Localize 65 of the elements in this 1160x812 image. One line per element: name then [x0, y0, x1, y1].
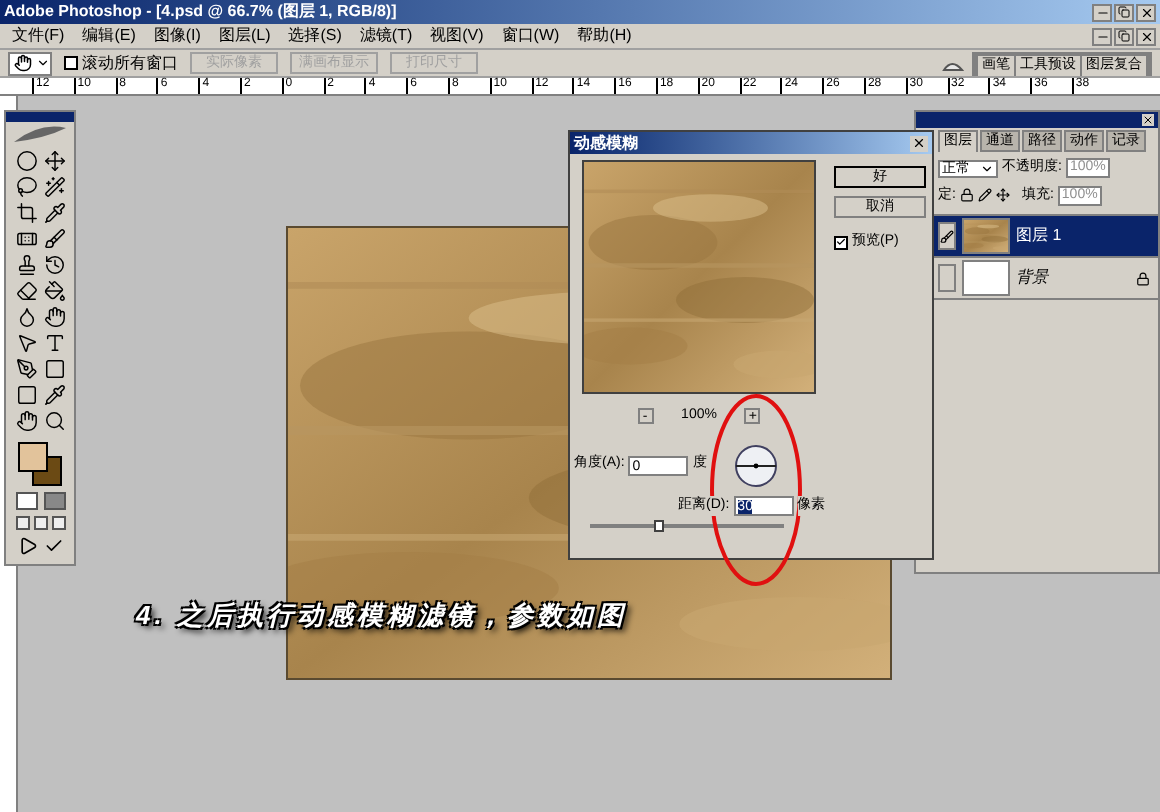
restore-button[interactable]	[1114, 27, 1134, 45]
menu-item[interactable]: 文件(F)	[12, 28, 65, 44]
restore-icon	[1118, 6, 1130, 18]
menu-item[interactable]: 图像(I)	[153, 28, 201, 44]
close-icon	[1139, 29, 1153, 43]
close-button[interactable]	[1136, 3, 1156, 21]
quick-mask-icon[interactable]	[43, 492, 65, 510]
close-button[interactable]	[1136, 27, 1156, 45]
tool-preset-picker[interactable]	[8, 51, 52, 75]
link-toggle[interactable]	[938, 264, 956, 292]
dialog-title: 动感模糊	[574, 135, 638, 151]
close-button[interactable]	[910, 135, 928, 151]
lock-icon[interactable]	[959, 188, 974, 203]
angle-dial[interactable]	[734, 443, 779, 487]
zoom-icon[interactable]	[43, 410, 65, 432]
bandage-icon[interactable]	[15, 228, 37, 250]
menu-item[interactable]: 滤镜(T)	[359, 28, 413, 44]
window-title: Adobe Photoshop - [4.psd @ 66.7% (图层 1, RGB/8)]	[4, 4, 397, 20]
close-icon[interactable]	[1142, 114, 1154, 126]
move-icon[interactable]	[43, 150, 65, 172]
standard-mode-icon[interactable]	[15, 492, 37, 510]
menu-item[interactable]: 选择(S)	[288, 28, 342, 44]
caret-icon	[36, 56, 50, 70]
feather-icon	[10, 122, 70, 146]
toolbox-header	[6, 112, 74, 122]
minimize-button[interactable]	[1092, 3, 1112, 21]
restore-icon	[1118, 30, 1130, 42]
checkbox[interactable]	[834, 235, 848, 250]
pen-icon[interactable]	[15, 358, 37, 380]
move-icon[interactable]	[995, 188, 1010, 203]
eraser-icon[interactable]	[15, 280, 37, 302]
history-brush-icon[interactable]	[43, 254, 65, 276]
wand-icon[interactable]	[43, 176, 65, 198]
minimize-button[interactable]	[1092, 27, 1112, 45]
shape-icon[interactable]	[43, 358, 65, 380]
menu-item[interactable]: 视图(V)	[430, 28, 484, 44]
eyedropper-icon[interactable]	[43, 384, 65, 406]
layer-name: 背景	[1016, 266, 1048, 290]
layer-name: 图层 1	[1016, 224, 1062, 248]
caret-icon	[980, 161, 994, 176]
crop-icon[interactable]	[15, 202, 37, 224]
menu-item[interactable]: 图层(L)	[218, 28, 271, 44]
type-icon[interactable]	[43, 332, 65, 354]
hand-icon	[14, 54, 32, 72]
menu-item[interactable]: 帮助(H)	[577, 28, 632, 44]
stamp-icon[interactable]	[15, 254, 37, 276]
restore-button[interactable]	[1114, 3, 1134, 21]
checkbox[interactable]	[64, 56, 78, 70]
brush-icon	[940, 229, 954, 243]
lasso-icon[interactable]	[15, 176, 37, 198]
pencil-icon[interactable]	[977, 188, 992, 203]
droplet-icon[interactable]	[15, 306, 37, 328]
pointer-icon[interactable]	[15, 332, 37, 354]
menu-item[interactable]: 窗口(W)	[501, 28, 560, 44]
hand-icon[interactable]	[15, 410, 37, 432]
checkbox-label: 滚动所有窗口	[82, 51, 178, 75]
link-toggle[interactable]	[938, 222, 956, 250]
check-icon[interactable]	[43, 536, 63, 556]
paint-bucket-icon[interactable]	[43, 280, 65, 302]
close-icon	[1139, 5, 1153, 19]
brush-icon[interactable]	[43, 228, 65, 250]
color-swatches-drawing[interactable]	[16, 442, 64, 488]
slider-thumb[interactable]	[653, 520, 664, 532]
menu-item[interactable]: 编辑(E)	[82, 28, 136, 44]
marquee-icon[interactable]	[15, 150, 37, 172]
